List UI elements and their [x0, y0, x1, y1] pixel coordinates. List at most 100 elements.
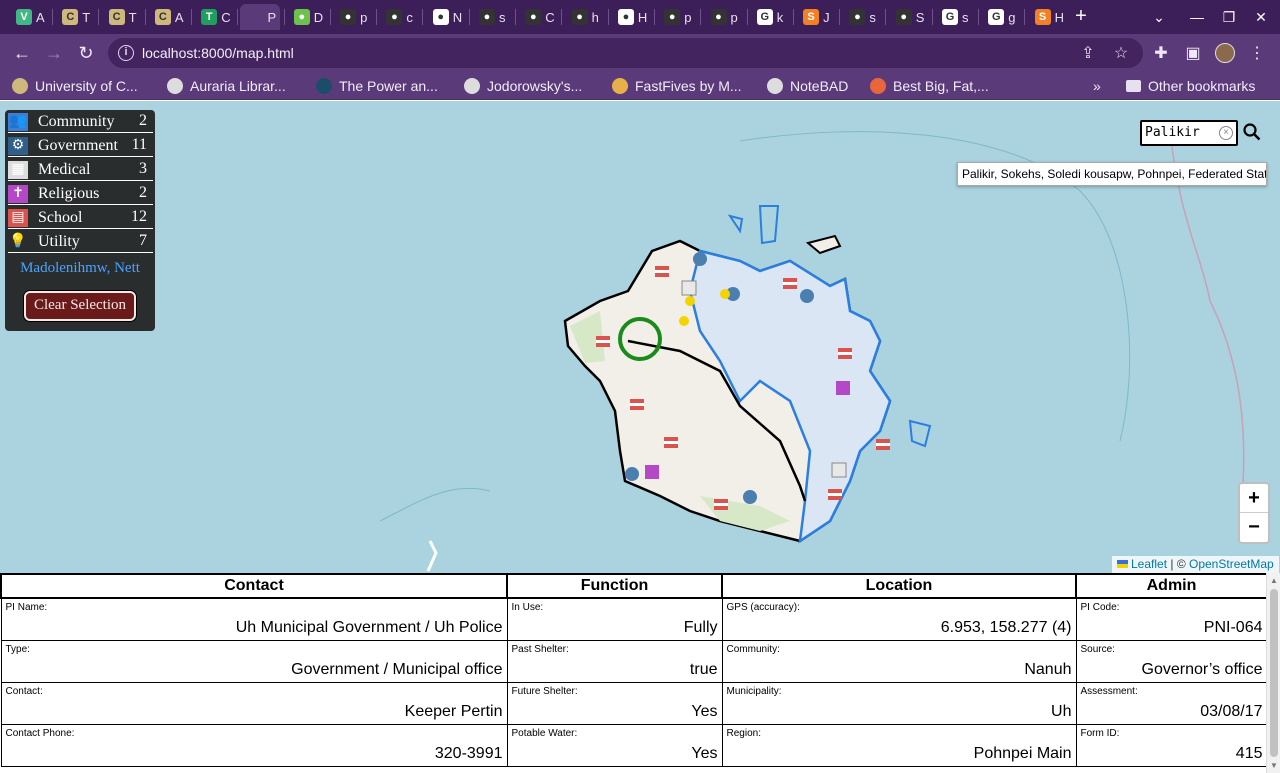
address-bar[interactable]: i localhost:8000/map.html ⇪ ☆: [108, 38, 1143, 68]
bookmark-item[interactable]: FastFives by M...: [612, 77, 742, 95]
browser-tab[interactable]: ● s: [471, 4, 511, 30]
search-clear-icon[interactable]: ×: [1219, 126, 1233, 140]
browser-tab[interactable]: ● s: [841, 4, 881, 30]
school-marker[interactable]: [630, 399, 644, 410]
legend-item-medical[interactable]: ▦ Medical 3: [8, 159, 153, 181]
browser-tab[interactable]: SJ: [795, 4, 835, 30]
tab-favicon-icon: G: [988, 9, 1005, 25]
bookmark-item[interactable]: The Power an...: [316, 77, 438, 95]
legend-item-utility[interactable]: 💡 Utility 7: [8, 231, 153, 253]
bookmark-item[interactable]: University of C...: [12, 77, 138, 95]
school-marker[interactable]: [664, 437, 678, 448]
zoom-in-button[interactable]: +: [1240, 484, 1268, 513]
utility-marker[interactable]: [679, 316, 689, 326]
browser-tab[interactable]: P: [239, 4, 280, 30]
legend-item-religious[interactable]: ✝ Religious 2: [8, 183, 153, 205]
school-marker[interactable]: [655, 266, 669, 277]
zoom-out-button[interactable]: −: [1240, 513, 1268, 542]
forward-button[interactable]: →: [42, 41, 66, 65]
utility-marker[interactable]: [720, 289, 730, 299]
table-scrollbar[interactable]: ▲ ▼: [1266, 573, 1280, 773]
browser-tab[interactable]: ● H: [610, 4, 650, 30]
osm-link[interactable]: OpenStreetMap: [1189, 557, 1274, 571]
back-button[interactable]: ←: [10, 41, 34, 65]
tab-separator: [607, 9, 609, 25]
medical-marker[interactable]: [681, 280, 697, 296]
school-marker[interactable]: [876, 439, 890, 450]
extensions-puzzle-icon[interactable]: ✚: [1150, 43, 1172, 63]
religious-icon: ✝: [8, 184, 28, 203]
school-marker[interactable]: [714, 499, 728, 510]
browser-tab[interactable]: TC: [193, 4, 233, 30]
new-tab-button[interactable]: +: [1070, 6, 1092, 28]
tab-favicon-icon: C: [62, 9, 79, 25]
school-marker[interactable]: [828, 489, 842, 500]
browser-tab[interactable]: ● N: [425, 4, 465, 30]
browser-tab[interactable]: ● S: [888, 4, 928, 30]
browser-tab[interactable]: SH: [1027, 4, 1067, 30]
school-marker[interactable]: [838, 348, 852, 359]
leaflet-link[interactable]: Leaflet: [1131, 557, 1167, 571]
legend-item-government[interactable]: ⚙ Government 11: [8, 135, 153, 157]
utility-marker[interactable]: [685, 296, 695, 306]
close-window-button[interactable]: ✕: [1249, 6, 1273, 28]
browser-tab[interactable]: VA: [8, 4, 48, 30]
government-marker[interactable]: [800, 289, 814, 303]
religious-marker[interactable]: [645, 465, 659, 479]
bookmark-item[interactable]: Auraria Librar...: [167, 77, 286, 95]
clear-selection-button[interactable]: Clear Selection: [24, 291, 136, 321]
minimize-button[interactable]: —: [1185, 6, 1209, 28]
religious-marker[interactable]: [836, 381, 850, 395]
school-marker[interactable]: [596, 336, 610, 347]
browser-tab[interactable]: ● p: [703, 4, 743, 30]
browser-tab[interactable]: ● h: [564, 4, 604, 30]
side-panel-icon[interactable]: ▣: [1182, 43, 1204, 63]
site-info-icon[interactable]: i: [118, 45, 134, 61]
share-icon[interactable]: ⇪: [1078, 43, 1098, 63]
school-marker[interactable]: [783, 278, 797, 289]
legend-item-community[interactable]: 👥 Community 2: [8, 111, 153, 133]
restore-button[interactable]: ❐: [1217, 6, 1241, 28]
tab-separator: [561, 9, 563, 25]
browser-tab[interactable]: Gs: [934, 4, 974, 30]
browser-tab[interactable]: CT: [101, 4, 141, 30]
tab-title: N: [452, 9, 463, 25]
field-label: Assessment:: [1080, 685, 1138, 697]
table-cell: Contact Phone: 320-3991: [0, 723, 508, 767]
scroll-down-icon[interactable]: ▼: [1270, 761, 1278, 770]
bookmark-item[interactable]: Jodorowsky's...: [464, 77, 582, 95]
browser-tab[interactable]: ● p: [332, 4, 372, 30]
browser-tab[interactable]: ● C: [517, 4, 557, 30]
profile-avatar[interactable]: [1214, 43, 1236, 68]
browser-tab[interactable]: CT: [54, 4, 94, 30]
bookmark-star-icon[interactable]: ☆: [1111, 43, 1131, 63]
search-icon[interactable]: [1243, 123, 1263, 143]
medical-marker[interactable]: [831, 462, 847, 478]
bookmark-item[interactable]: NoteBAD: [767, 77, 848, 95]
government-marker[interactable]: [743, 490, 757, 504]
tab-favicon-icon: ●: [525, 9, 542, 25]
browser-tab[interactable]: ● c: [378, 4, 418, 30]
bookmarks-overflow-button[interactable]: »: [1093, 77, 1101, 95]
browser-tab[interactable]: CA: [147, 4, 187, 30]
government-marker[interactable]: [625, 467, 639, 481]
menu-kebab-icon[interactable]: ⋮: [1246, 43, 1268, 63]
browser-tab[interactable]: ● D: [286, 4, 326, 30]
field-value: Uh: [1051, 702, 1072, 720]
browser-tab[interactable]: Gk: [749, 4, 789, 30]
bookmark-label: NoteBAD: [790, 78, 849, 94]
search-result-item[interactable]: Palikir, Sokehs, Soledi kousapw, Pohnpei…: [957, 162, 1267, 186]
government-marker[interactable]: [693, 252, 707, 266]
scroll-up-icon[interactable]: ▲: [1270, 576, 1278, 585]
tab-search-chevron-icon[interactable]: ⌄: [1147, 6, 1171, 28]
reload-button[interactable]: ↻: [74, 41, 98, 65]
table-row: PI Name: Uh Municipal Government / Uh Pol…: [0, 597, 1266, 641]
scrollbar-thumb[interactable]: [1270, 589, 1278, 757]
other-bookmarks-folder[interactable]: Other bookmarks: [1126, 77, 1255, 95]
browser-tab[interactable]: ● p: [656, 4, 696, 30]
bookmark-item[interactable]: Best Big, Fat,...: [870, 77, 989, 95]
browser-tab[interactable]: Gg: [980, 4, 1020, 30]
tab-title: J: [823, 9, 830, 25]
legend-item-school[interactable]: ▤ School 12: [8, 207, 153, 229]
map-view[interactable]: 👥 Community 2 ⚙ Government 11 ▦ Medical 3 ✝ Religi…: [0, 101, 1280, 573]
